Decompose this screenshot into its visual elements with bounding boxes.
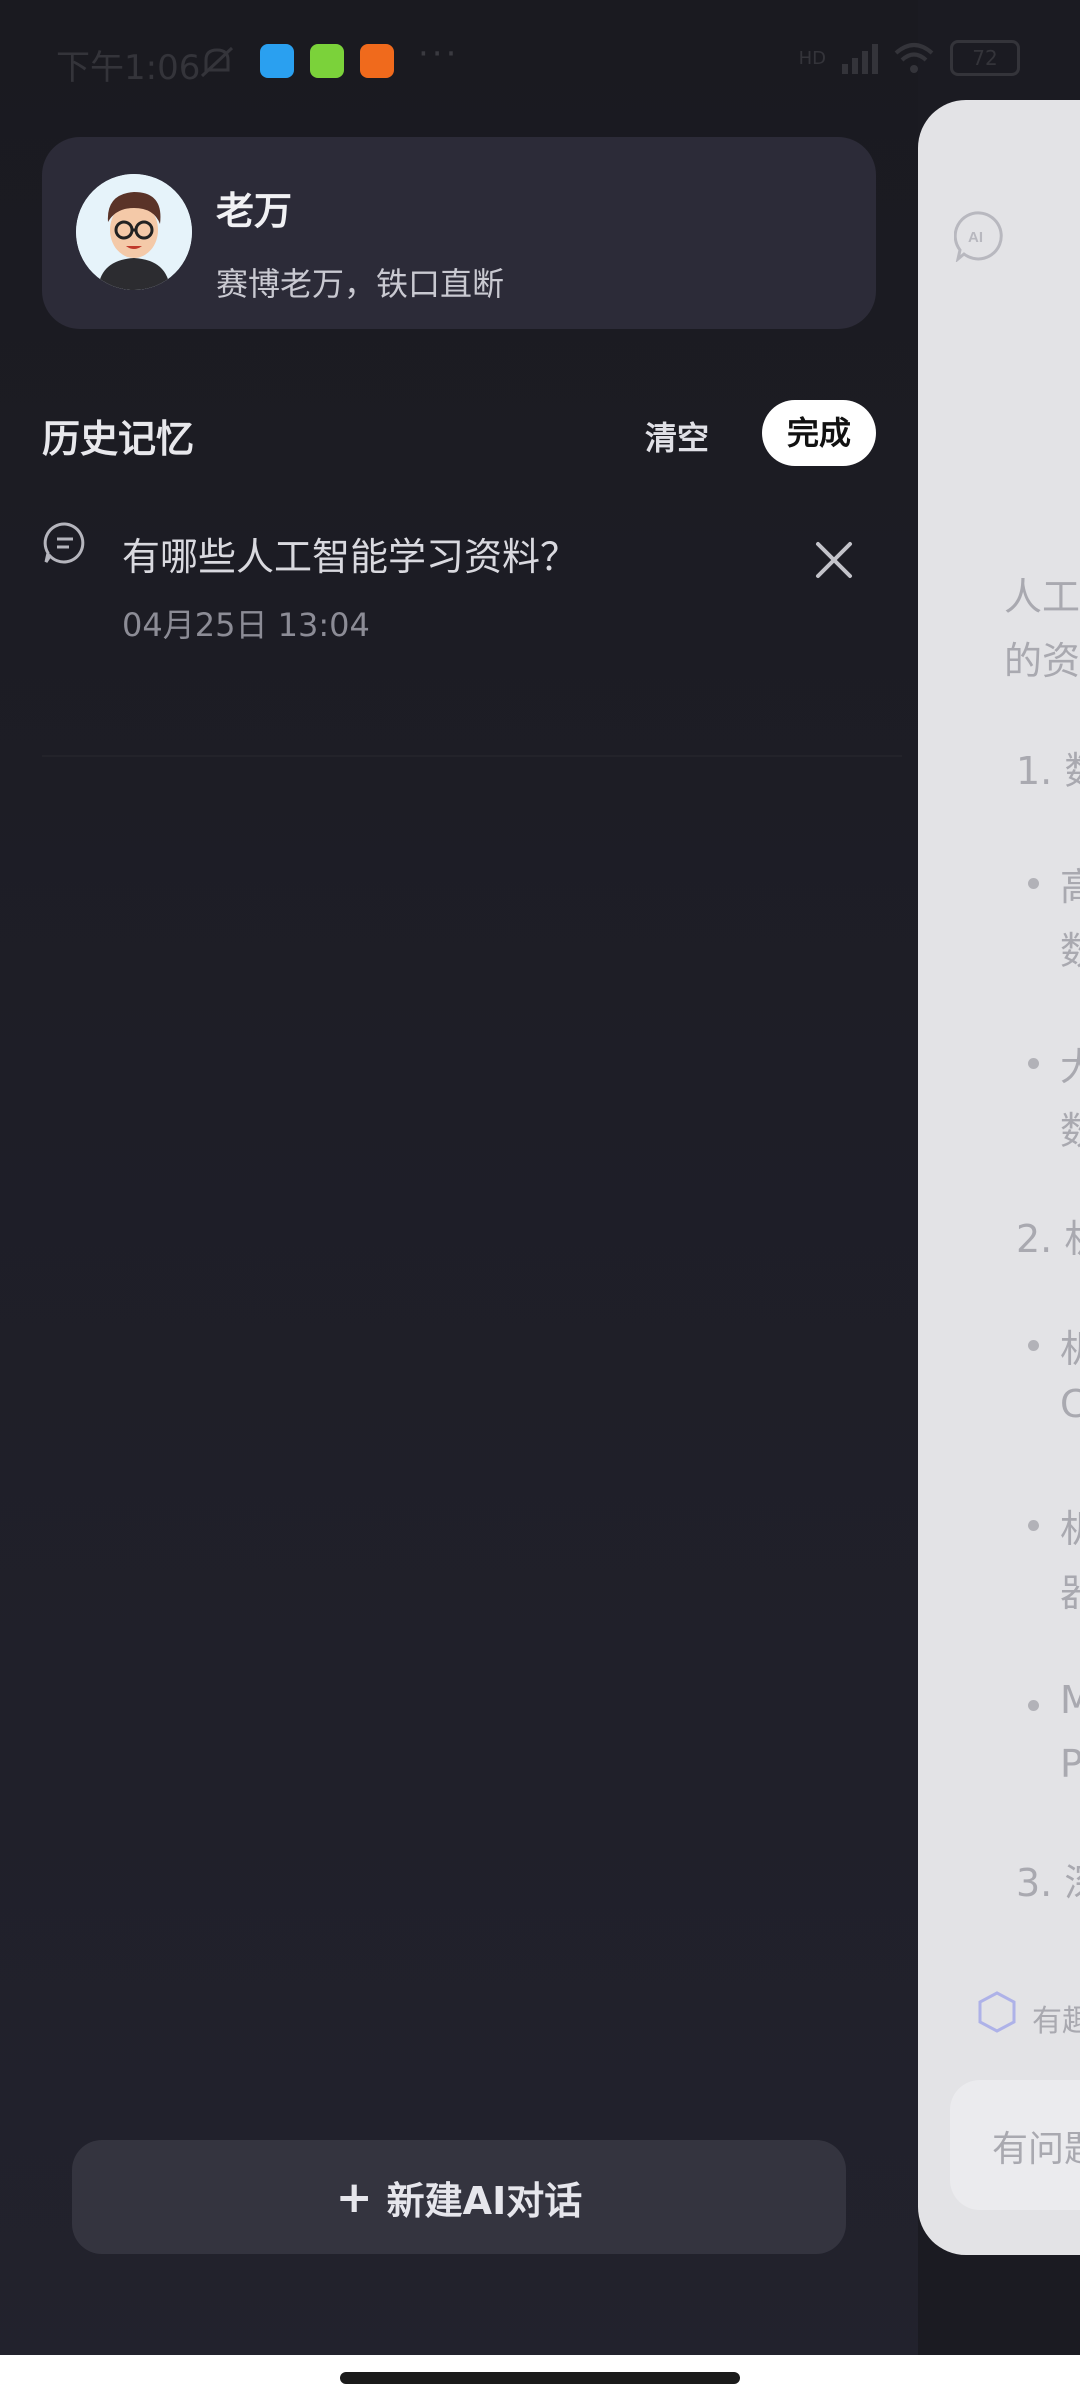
- history-item-date: 04月25日 13:04: [122, 606, 370, 644]
- preview-line: P: [1060, 1742, 1080, 1786]
- history-item[interactable]: 有哪些人工智能学习资料？ 04月25日 13:04: [42, 490, 882, 660]
- bullet-dot: [1028, 1520, 1039, 1531]
- preview-line: 机: [1060, 1507, 1080, 1551]
- preview-line: C: [1060, 1382, 1080, 1426]
- preview-line: 大: [1060, 1045, 1080, 1089]
- preview-line: 有趣: [1032, 2004, 1080, 2039]
- preview-line: 人工: [1004, 575, 1080, 619]
- status-time: 下午1:06: [56, 48, 201, 88]
- battery-indicator: 72: [950, 40, 1020, 76]
- svg-text:AI: AI: [968, 229, 983, 246]
- status-right: HD 72: [799, 40, 1020, 76]
- preview-line: 器: [1060, 1571, 1080, 1615]
- status-bar: 下午1:06 ··· HD 72: [0, 0, 1080, 120]
- home-indicator[interactable]: [340, 2372, 740, 2384]
- clear-button[interactable]: 清空: [645, 413, 709, 459]
- history-title: 历史记忆: [42, 417, 195, 461]
- app-notification-icon: [260, 44, 294, 78]
- chat-preview-panel[interactable]: AI 人工 的资 1. 数 高 数 大 数 2. 机 机 C 机 器 M P 3…: [918, 100, 1080, 2255]
- preview-line: 机: [1060, 1327, 1080, 1371]
- bullet-dot: [1028, 878, 1039, 889]
- profile-card[interactable]: 老万 赛博老万，铁口直断: [42, 137, 876, 329]
- cube-icon: [978, 1991, 1016, 2033]
- preview-line: M: [1060, 1678, 1080, 1722]
- preview-line: 数: [1060, 1109, 1080, 1153]
- kuaishou-icon: [360, 44, 394, 78]
- bullet-dot: [1028, 1058, 1039, 1069]
- wifi-icon: [894, 43, 934, 73]
- history-item-title: 有哪些人工智能学习资料？: [122, 535, 579, 579]
- preview-line: 数: [1060, 929, 1080, 973]
- profile-subtitle: 赛博老万，铁口直断: [216, 265, 505, 303]
- avatar: [76, 174, 192, 290]
- download-icon: [310, 44, 344, 78]
- chat-bubble-icon: [43, 522, 85, 564]
- delete-close-icon[interactable]: [812, 538, 856, 582]
- more-notifications-icon: ···: [418, 34, 460, 74]
- bullet-dot: [1028, 1700, 1039, 1711]
- preview-line: 高: [1060, 865, 1080, 909]
- bullet-dot: [1028, 1340, 1039, 1351]
- preview-line: 1. 数: [1016, 749, 1080, 793]
- network-label: HD: [798, 47, 826, 69]
- done-button[interactable]: 完成: [762, 400, 876, 466]
- divider: [42, 755, 902, 757]
- preview-line: 的资: [1004, 639, 1080, 683]
- new-ai-chat-button[interactable]: + 新建AI对话: [72, 2140, 846, 2254]
- preview-line: 2. 机: [1016, 1217, 1080, 1261]
- plus-icon: +: [335, 2171, 373, 2223]
- profile-name: 老万: [216, 189, 293, 233]
- avatar-image: [76, 174, 192, 290]
- signal-icon: [842, 44, 878, 74]
- new-ai-chat-label: 新建AI对话: [386, 2178, 583, 2223]
- preview-input-placeholder: 有问题: [992, 2129, 1080, 2170]
- preview-input-box[interactable]: 有问题: [950, 2080, 1080, 2210]
- preview-line: 3. 深: [1016, 1861, 1080, 1905]
- history-drawer: [0, 0, 918, 2400]
- mute-icon: [200, 46, 234, 78]
- ai-logo-icon: AI: [954, 211, 1003, 262]
